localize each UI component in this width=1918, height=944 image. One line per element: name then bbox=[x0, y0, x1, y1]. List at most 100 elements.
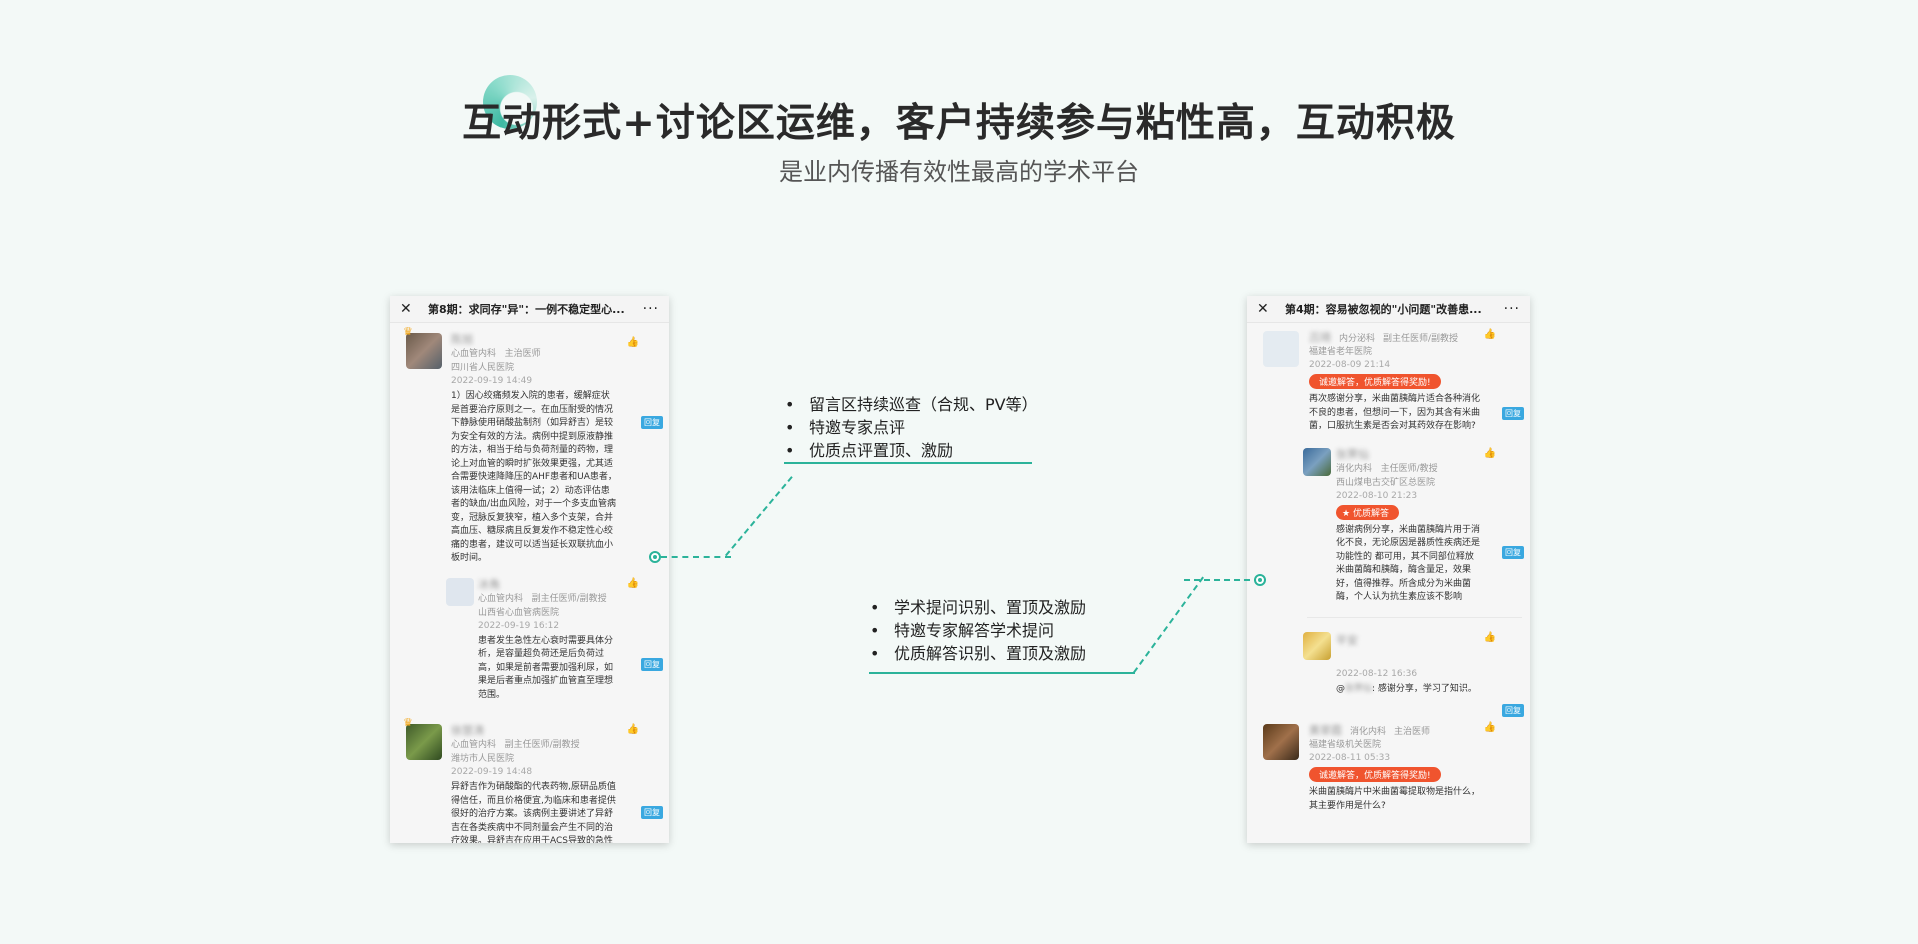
like-icon[interactable]: 👍 bbox=[627, 724, 639, 735]
commenter-hospital: 西山煤电古交矿区总医院 bbox=[1336, 477, 1436, 488]
commenter-hospital: 福建省级机关医院 bbox=[1309, 740, 1382, 750]
commenter-hospital: 山西省心血管病医院 bbox=[478, 607, 560, 618]
more-icon[interactable]: ··· bbox=[1504, 301, 1520, 317]
divider bbox=[1307, 616, 1522, 618]
reply-button[interactable]: 回复 bbox=[641, 416, 663, 429]
bullet-text: 优质解答识别、置顶及激励 bbox=[894, 644, 1087, 663]
comment-item: ♛ 徐慧涛 心血管内科 副主任医师/副教授 潍坊市人民医院 2022-09-19… bbox=[390, 710, 669, 843]
left-connector-node bbox=[649, 551, 661, 563]
top-bullet-list: • 留言区持续巡查（合规、PV等） • 特邀专家点评 • 优质点评置顶、激励 bbox=[785, 393, 1038, 462]
commenter-name: 冰角 bbox=[478, 577, 500, 591]
avatar bbox=[1263, 331, 1299, 367]
comment-body: 患者发生急性左心衰时需要具体分析，是容量超负荷还是后负荷过高，如果是前者需要加强… bbox=[478, 635, 614, 700]
quality-answer-label: 优质解答 bbox=[1352, 508, 1389, 519]
crown-icon: ♛ bbox=[403, 325, 413, 338]
commenter-dept: 消化内科 bbox=[1336, 463, 1373, 474]
bullet-item: • 特邀专家解答学术提问 bbox=[870, 621, 1055, 640]
commenter-name: 张霁仙 bbox=[1336, 447, 1369, 461]
avatar bbox=[1263, 724, 1299, 760]
commenter-role: 副主任医师/副教授 bbox=[531, 593, 607, 604]
commenter-dept: 消化内科 bbox=[1350, 727, 1387, 737]
bullet-item: • 优质点评置顶、激励 bbox=[785, 441, 954, 460]
bullet-text: 特邀专家解答学术提问 bbox=[894, 621, 1055, 640]
avatar bbox=[446, 577, 474, 606]
left-connector-diagonal bbox=[725, 476, 793, 557]
commenter-role: 主治医师 bbox=[1394, 727, 1431, 737]
mention-name[interactable]: 张霁仙 bbox=[1345, 683, 1372, 697]
left-connector-line bbox=[661, 556, 731, 558]
bullet-item: • 优质解答识别、置顶及激励 bbox=[870, 644, 1087, 663]
reward-badge: 诚邀解答，优质解答得奖励! bbox=[1309, 374, 1441, 389]
top-bullets-underline bbox=[784, 462, 1032, 464]
reply-button[interactable]: 回复 bbox=[641, 806, 663, 819]
phone-topbar: ✕ 第4期：容易被忽视的"小问题"改善患... ··· bbox=[1247, 296, 1530, 323]
right-connector-node bbox=[1254, 574, 1266, 586]
commenter-name: 黄翠霞 bbox=[1309, 724, 1342, 737]
avatar bbox=[406, 333, 442, 369]
reply-button[interactable]: 回复 bbox=[641, 657, 663, 671]
commenter-dept: 内分泌科 bbox=[1339, 334, 1376, 344]
quality-answer-badge: ★ 优质解答 bbox=[1336, 504, 1399, 520]
commenter-hospital: 四川省人民医院 bbox=[451, 363, 515, 373]
left-phone-screenshot: ✕ 第8期：求同存"异"：一例不稳定型心... ··· ♛ 陈旭 心血管内科 主… bbox=[390, 296, 669, 843]
avatar bbox=[1303, 447, 1331, 476]
comment-body: 异舒吉作为硝酸酯的代表药物,原研品质值得信任，而且价格便宜,为临床和患者提供很好… bbox=[451, 782, 616, 843]
page-subtitle: 是业内传播有效性最高的学术平台 bbox=[779, 158, 1139, 186]
bullet-text: 留言区持续巡查（合规、PV等） bbox=[809, 395, 1038, 414]
commenter-role: 主治医师 bbox=[504, 349, 541, 359]
like-icon[interactable]: 👍 bbox=[1484, 632, 1496, 643]
commenter-name: 吕琦 bbox=[1309, 331, 1331, 344]
bullet-text: 学术提问识别、置顶及激励 bbox=[894, 598, 1087, 617]
crown-icon: ♛ bbox=[403, 716, 413, 729]
like-icon[interactable]: 👍 bbox=[627, 337, 639, 348]
comment-text: : 感谢分享，学习了知识。 bbox=[1372, 683, 1477, 694]
like-icon[interactable]: 👍 bbox=[1484, 722, 1496, 733]
like-icon[interactable]: 👍 bbox=[627, 578, 639, 589]
like-icon[interactable]: 👍 bbox=[1484, 329, 1496, 340]
commenter-dept: 心血管内科 bbox=[451, 740, 497, 750]
phone-topbar: ✕ 第8期：求同存"异"：一例不稳定型心... ··· bbox=[390, 296, 669, 323]
comment-date: 2022-08-09 21:14 bbox=[1309, 360, 1391, 370]
like-icon[interactable]: 👍 bbox=[1484, 448, 1496, 459]
bullet-text: 特邀专家点评 bbox=[809, 418, 906, 437]
reply-button[interactable]: 回复 bbox=[1502, 545, 1524, 559]
commenter-dept: 心血管内科 bbox=[451, 349, 497, 359]
bullet-item: • 特邀专家点评 bbox=[785, 418, 906, 437]
bottom-bullet-list: • 学术提问识别、置顶及激励 • 特邀专家解答学术提问 • 优质解答识别、置顶及激励 bbox=[870, 596, 1086, 665]
commenter-hospital: 福建省老年医院 bbox=[1309, 347, 1373, 357]
comment-date: 2022-08-12 16:36 bbox=[1336, 668, 1418, 679]
right-phone-screenshot: ✕ 第4期：容易被忽视的"小问题"改善患... ··· 吕琦 内分泌科 副主任医师/… bbox=[1247, 296, 1530, 843]
comment-body: 1）因心绞痛频发入院的患者，缓解症状是首要治疗原则之一。在血压耐受的情况下静脉使… bbox=[451, 391, 617, 563]
comment-item: 平安 2022-08-12 16:36 @张霁仙: 感谢分享，学习了知识。 👍 … bbox=[1247, 622, 1530, 717]
comment-item: 黄翠霞 消化内科 主治医师 福建省级机关医院 2022-08-11 05:33 诚邀… bbox=[1247, 704, 1530, 821]
avatar bbox=[1303, 631, 1331, 660]
commenter-name: 徐慧涛 bbox=[451, 724, 484, 737]
bullet-item: • 学术提问识别、置顶及激励 bbox=[870, 598, 1087, 617]
commenter-role: 副主任医师/副教授 bbox=[1383, 334, 1459, 344]
comment-date: 2022-09-19 14:49 bbox=[451, 376, 533, 386]
article-title: 第8期：求同存"异"：一例不稳定型心... bbox=[428, 303, 625, 316]
article-title: 第4期：容易被忽视的"小问题"改善患... bbox=[1285, 303, 1482, 316]
bullet-text: 优质点评置顶、激励 bbox=[809, 441, 954, 460]
close-icon[interactable]: ✕ bbox=[400, 301, 428, 317]
more-icon[interactable]: ··· bbox=[643, 301, 659, 317]
commenter-role: 副主任医师/副教授 bbox=[504, 740, 580, 750]
avatar bbox=[406, 724, 442, 760]
right-connector-diagonal bbox=[1133, 576, 1204, 674]
comment-body: 感谢病例分享，米曲菌胰酶片用于消化不良，无论原因是器质性疾病还是功能性的 都可用… bbox=[1336, 524, 1481, 603]
comment-item: 张霁仙 消化内科 主任医师/教授 西山煤电古交矿区总医院 2022-08-10 … bbox=[1247, 442, 1530, 613]
reward-badge: 诚邀解答，优质解答得奖励! bbox=[1309, 767, 1441, 782]
close-icon[interactable]: ✕ bbox=[1257, 301, 1285, 317]
bottom-bullets-underline bbox=[869, 672, 1135, 674]
right-connector-line bbox=[1184, 579, 1260, 581]
comment-body: @张霁仙: 感谢分享，学习了知识。 bbox=[1336, 683, 1522, 697]
commenter-dept: 心血管内科 bbox=[478, 593, 524, 604]
comment-date: 2022-09-19 16:12 bbox=[478, 620, 560, 631]
bullet-item: • 留言区持续巡查（合规、PV等） bbox=[785, 395, 1038, 414]
commenter-name: 平安 bbox=[1336, 633, 1358, 647]
comment-body: 再次感谢分享，米曲菌胰酶片适合各种消化不良的患者，但想问一下，因为其含有米曲菌，… bbox=[1309, 394, 1481, 431]
comment-body: 米曲菌胰酶片中米曲菌霉提取物是指什么，其主要作用是什么? bbox=[1309, 787, 1481, 811]
reply-button[interactable]: 回复 bbox=[1502, 407, 1524, 420]
comment-item: ♛ 陈旭 心血管内科 主治医师 四川省人民医院 2022-09-19 14:49… bbox=[390, 323, 669, 574]
star-icon: ★ bbox=[1342, 508, 1353, 519]
